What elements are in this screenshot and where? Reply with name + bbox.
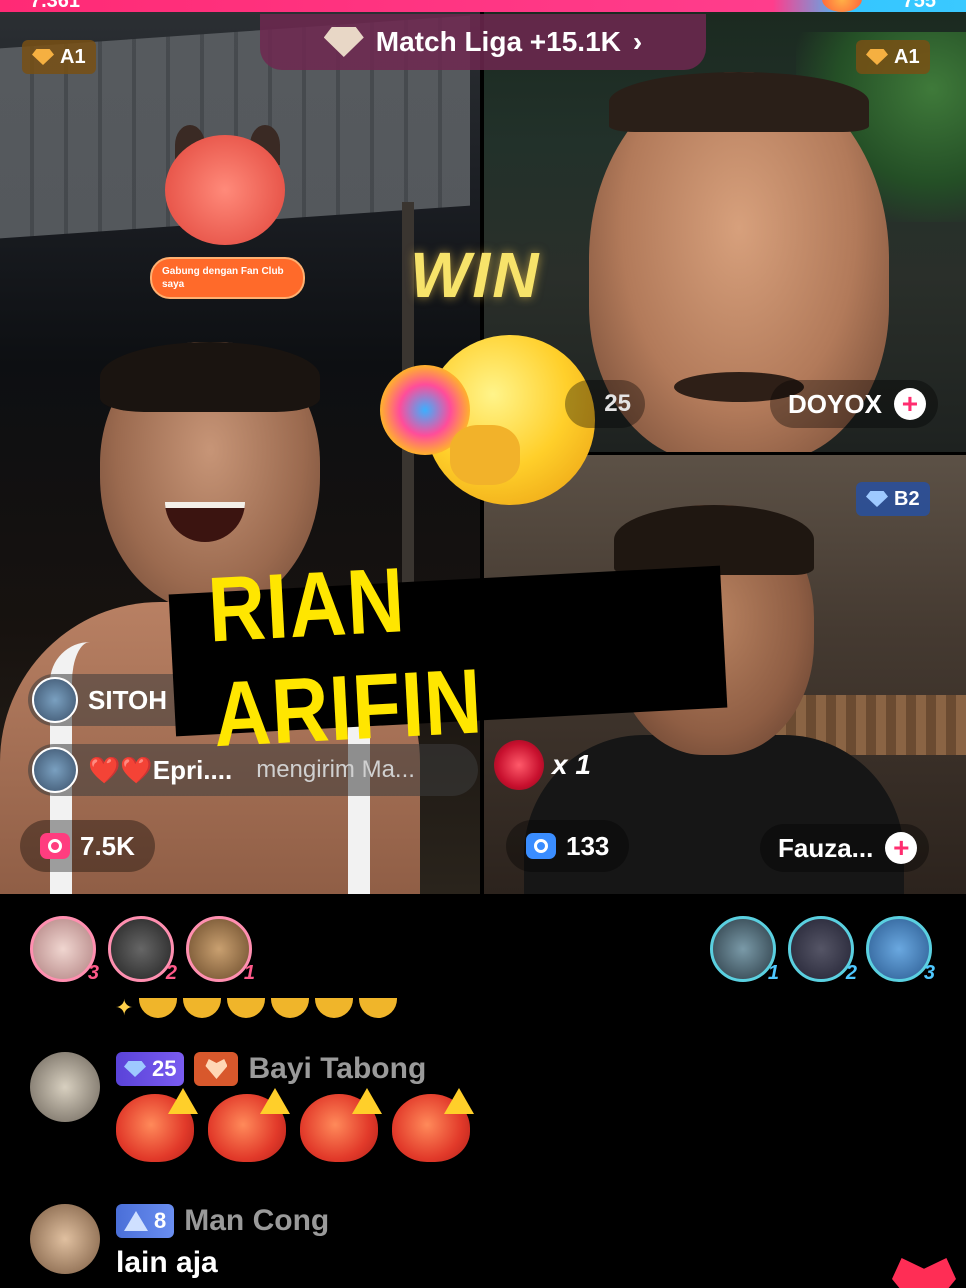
avatar[interactable]: 3 xyxy=(866,916,935,984)
gift-event-user: SITOH xyxy=(88,684,167,715)
party-heart-sticker-icon xyxy=(392,1094,470,1162)
party-heart-sticker-icon xyxy=(116,1094,194,1162)
host-top-right-score: 25 xyxy=(565,380,645,428)
diamond-icon xyxy=(866,491,888,507)
rank-badge-left-label: A1 xyxy=(60,45,86,68)
avatar[interactable]: 2 xyxy=(788,916,857,984)
triangle-icon xyxy=(124,1211,148,1231)
chat-username[interactable]: Bayi Tabong xyxy=(248,1052,426,1086)
diamond-icon xyxy=(124,1061,146,1077)
sparkle-icon: ✦ xyxy=(115,995,134,1020)
fist-icon xyxy=(450,425,520,485)
win-text: WIN xyxy=(410,239,541,311)
rank-badge-top-right-label: A1 xyxy=(894,45,920,68)
chat-message[interactable]: 8 Man Cong lain aja xyxy=(30,1204,329,1280)
host-bottom-right-name: Fauza... xyxy=(778,832,874,863)
rank-badge-bottom-right: B2 xyxy=(856,482,930,516)
viewer-count-left[interactable]: 7.5K xyxy=(20,820,155,872)
viewer-count-right[interactable]: 133 xyxy=(506,820,630,872)
party-heart-sticker-icon xyxy=(300,1094,378,1162)
match-liga-pill[interactable]: Match Liga +15.1K › xyxy=(260,14,706,70)
rank-number: 3 xyxy=(923,962,935,984)
diamond-icon xyxy=(866,49,888,65)
follow-plus-icon[interactable]: + xyxy=(893,388,926,420)
avatar[interactable]: 1 xyxy=(710,916,779,984)
fan-club-sticker[interactable]: Gabung dengan Fan Club saya xyxy=(150,125,310,305)
avatar[interactable] xyxy=(30,1204,100,1274)
chevron-right-icon: › xyxy=(632,26,643,57)
rose-gift-count: x 1 xyxy=(552,749,591,780)
rank-number: 1 xyxy=(243,962,255,984)
host-top-right-name: DOYOX xyxy=(788,388,882,419)
fan-club-mascot-icon xyxy=(165,135,285,245)
sticker-row xyxy=(116,1094,470,1162)
rank-number: 3 xyxy=(87,962,99,984)
heart-icon xyxy=(205,1059,228,1079)
chat-message-text: lain aja xyxy=(116,1246,218,1279)
diamond-icon xyxy=(32,49,54,65)
chat-username[interactable]: Man Cong xyxy=(184,1204,329,1238)
host-top-right-name-pill[interactable]: DOYOX + xyxy=(770,380,938,428)
title-overlay-text: RIAN ARIFIN xyxy=(205,549,485,767)
diamond-icon xyxy=(323,27,364,57)
laugh-emoji-icon xyxy=(139,998,178,1018)
fan-club-label: Gabung dengan Fan Club saya xyxy=(150,257,305,299)
user-level-badge: 25 xyxy=(116,1052,185,1086)
like-heart-icon[interactable] xyxy=(892,1258,956,1288)
user-level-badge: 8 xyxy=(116,1204,175,1238)
follow-plus-icon[interactable]: + xyxy=(885,832,918,864)
chat-emoji-row: ✦ xyxy=(115,995,398,1020)
fan-club-badge xyxy=(194,1052,239,1086)
title-overlay: RIAN ARIFIN xyxy=(168,549,728,766)
gift-event-user: ❤️❤️Epri.... xyxy=(88,754,233,785)
avatar xyxy=(32,677,78,723)
laugh-emoji-icon xyxy=(227,998,266,1018)
viewer-count-right-value: 133 xyxy=(566,830,610,861)
laugh-emoji-icon xyxy=(359,998,398,1018)
rank-number: 2 xyxy=(845,962,857,984)
camera-icon xyxy=(40,833,70,859)
avatar[interactable]: 2 xyxy=(108,916,177,984)
match-liga-label: Match Liga +15.1K xyxy=(375,26,621,57)
battle-progress-bar: 7.361 755 xyxy=(0,0,966,12)
camera-icon xyxy=(526,833,556,859)
top-gifters-right: 1 2 3 xyxy=(710,916,935,984)
avatar[interactable]: 1 xyxy=(186,916,255,984)
laugh-emoji-icon xyxy=(271,998,310,1018)
user-level-value: 8 xyxy=(154,1208,167,1233)
laugh-emoji-icon xyxy=(315,998,354,1018)
top-gifters-left: 3 2 1 xyxy=(30,916,255,984)
rank-number: 1 xyxy=(767,962,779,984)
lightning-icon xyxy=(822,0,862,12)
avatar[interactable]: 3 xyxy=(30,916,99,984)
rank-number: 2 xyxy=(165,962,177,984)
avatar[interactable] xyxy=(30,1052,100,1122)
user-level-value: 25 xyxy=(152,1056,177,1081)
rank-badge-bottom-right-label: B2 xyxy=(894,487,920,510)
chat-message[interactable]: 25 Bayi Tabong xyxy=(30,1052,470,1162)
live-battle-screen: { "top_bar": {"score_left": "7.361", "sc… xyxy=(0,0,966,1288)
party-heart-sticker-icon xyxy=(208,1094,286,1162)
rank-badge-top-right: A1 xyxy=(856,40,930,74)
avatar xyxy=(32,747,78,793)
host-bottom-right-name-pill[interactable]: Fauza... + xyxy=(760,824,930,872)
laugh-emoji-icon xyxy=(183,998,222,1018)
viewer-count-left-value: 7.5K xyxy=(80,830,135,861)
megaphone-emoji-sticker xyxy=(380,325,600,525)
rank-badge-left: A1 xyxy=(22,40,96,74)
